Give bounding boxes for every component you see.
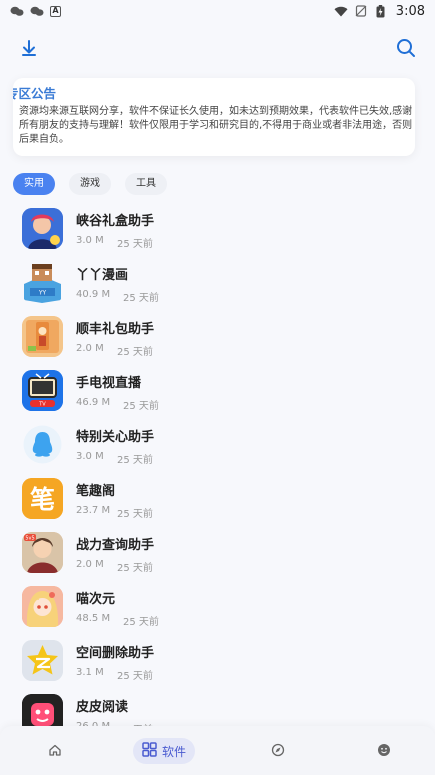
app-name: 笔趣阁 bbox=[76, 484, 116, 499]
list-item[interactable]: 笔 笔趣阁 23.7 M 25 天前 bbox=[0, 474, 435, 528]
nav-discover[interactable] bbox=[268, 738, 288, 764]
battery-charging-icon bbox=[374, 4, 388, 17]
app-updated: 25 天前 bbox=[117, 671, 153, 682]
qq-penguin-icon bbox=[22, 424, 63, 465]
qzone-star-icon bbox=[22, 640, 63, 681]
app-updated: 25 天前 bbox=[117, 509, 153, 520]
nav-software-label: 软件 bbox=[161, 744, 186, 759]
list-item[interactable]: 喵次元 48.5 M 25 天前 bbox=[0, 582, 435, 636]
app-name: 顺丰礼包助手 bbox=[76, 322, 155, 337]
app-size: 2.0 M bbox=[76, 559, 104, 570]
app-size: 2.0 M bbox=[76, 343, 104, 354]
app-size: 23.7 M bbox=[76, 505, 111, 516]
grid-icon bbox=[142, 742, 157, 760]
svg-text:YY: YY bbox=[38, 290, 47, 297]
app-name: 特别关心助手 bbox=[76, 430, 155, 445]
status-left: A bbox=[10, 5, 61, 17]
search-icon[interactable] bbox=[394, 36, 418, 60]
list-item[interactable]: 特别关心助手 3.0 M 25 天前 bbox=[0, 420, 435, 474]
app-size: 48.5 M bbox=[76, 613, 111, 624]
app-updated: 25 天前 bbox=[123, 617, 159, 628]
app-updated: 25 天前 bbox=[123, 401, 159, 412]
nav-profile[interactable] bbox=[374, 738, 394, 764]
wechat-notification-icon bbox=[10, 5, 24, 17]
list-item[interactable]: 空间删除助手 3.1 M 25 天前 bbox=[0, 636, 435, 690]
app-updated: 25 天前 bbox=[123, 293, 159, 304]
clock: 3:08 bbox=[395, 3, 425, 19]
no-sim-icon bbox=[354, 5, 368, 17]
app-list: 峡谷礼盒助手 3.0 M 25 天前 YY 丫丫漫画 40.9 M 25 天前 … bbox=[0, 204, 435, 744]
warrior-character-icon: 5v5 bbox=[22, 532, 63, 573]
smile-icon bbox=[377, 742, 391, 761]
list-item[interactable]: 峡谷礼盒助手 3.0 M 25 天前 bbox=[0, 204, 435, 258]
app-name: 峡谷礼盒助手 bbox=[76, 214, 155, 229]
svg-text:5v5: 5v5 bbox=[25, 536, 34, 542]
app-size: 46.9 M bbox=[76, 397, 111, 408]
tv-icon: TV bbox=[22, 370, 63, 411]
top-bar bbox=[0, 30, 435, 66]
app-screen: A 3:08 专区公告 资源均来源互联网分享，软件不保证长久使用，如未达到预期效… bbox=[0, 0, 435, 775]
pen-character-icon: 笔 bbox=[22, 478, 63, 519]
app-name: 手电视直播 bbox=[76, 376, 142, 391]
compass-icon bbox=[271, 742, 285, 761]
tab-games[interactable]: 游戏 bbox=[69, 173, 111, 195]
app-name: 空间删除助手 bbox=[76, 646, 155, 661]
a-notification-icon: A bbox=[50, 5, 61, 17]
hero-character-icon bbox=[22, 208, 63, 249]
app-name: 皮皮阅读 bbox=[76, 700, 129, 715]
app-size: 3.0 M bbox=[76, 235, 104, 246]
announcement-card: 专区公告 资源均来源互联网分享，软件不保证长久使用，如未达到预期效果，代表软件已… bbox=[13, 78, 415, 156]
app-updated: 25 天前 bbox=[117, 455, 153, 466]
app-size: 3.1 M bbox=[76, 667, 104, 678]
svg-text:笔: 笔 bbox=[30, 485, 55, 514]
status-bar: A 3:08 bbox=[0, 0, 435, 22]
wechat-notification-icon-2 bbox=[30, 5, 44, 17]
announcement-body: 资源均来源互联网分享，软件不保证长久使用，如未达到预期效果，代表软件已失效,感谢… bbox=[19, 106, 413, 145]
app-updated: 25 天前 bbox=[117, 347, 153, 358]
app-name: 丫丫漫画 bbox=[76, 268, 129, 283]
wifi-icon bbox=[334, 5, 348, 17]
list-item[interactable]: TV 手电视直播 46.9 M 25 天前 bbox=[0, 366, 435, 420]
list-item[interactable]: 5v5 战力查询助手 2.0 M 25 天前 bbox=[0, 528, 435, 582]
app-name: 战力查询助手 bbox=[76, 538, 155, 553]
app-updated: 25 天前 bbox=[117, 239, 153, 250]
nav-software[interactable]: 软件 bbox=[133, 738, 195, 764]
tab-tools[interactable]: 工具 bbox=[125, 173, 167, 195]
app-size: 40.9 M bbox=[76, 289, 111, 300]
download-icon[interactable] bbox=[17, 36, 41, 60]
nav-home[interactable] bbox=[45, 738, 65, 764]
game-scene-icon bbox=[22, 316, 63, 357]
tab-practical[interactable]: 实用 bbox=[13, 173, 55, 195]
blocky-character-icon: YY bbox=[22, 262, 63, 303]
announcement-title: 专区公告 bbox=[13, 86, 57, 101]
app-size: 3.0 M bbox=[76, 451, 104, 462]
status-right: 3:08 bbox=[334, 4, 425, 19]
bottom-navigation: 软件 bbox=[0, 726, 435, 775]
category-tabs: 实用 游戏 工具 bbox=[13, 173, 167, 197]
app-name: 喵次元 bbox=[76, 592, 116, 607]
svg-text:TV: TV bbox=[38, 402, 46, 408]
app-updated: 25 天前 bbox=[117, 563, 153, 574]
home-icon bbox=[48, 742, 62, 761]
anime-girl-icon bbox=[22, 586, 63, 627]
list-item[interactable]: YY 丫丫漫画 40.9 M 25 天前 bbox=[0, 258, 435, 312]
list-item[interactable]: 顺丰礼包助手 2.0 M 25 天前 bbox=[0, 312, 435, 366]
